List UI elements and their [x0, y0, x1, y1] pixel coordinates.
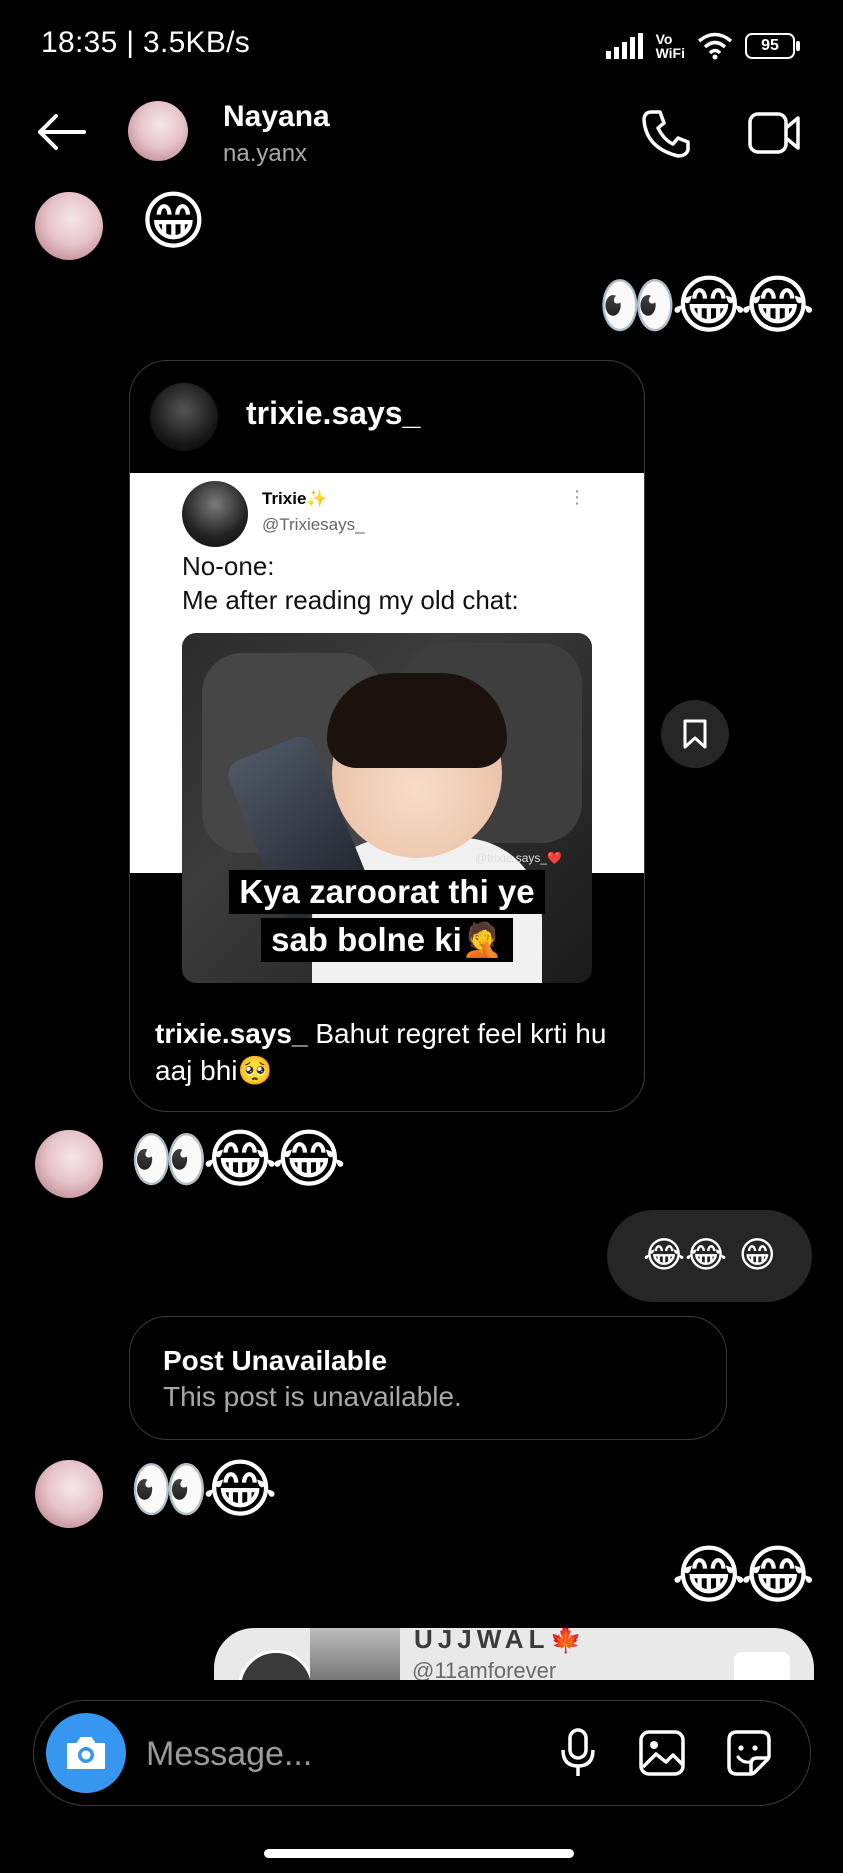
- sender-avatar[interactable]: [35, 192, 103, 260]
- shared-reel-preview[interactable]: UJJWAL🍁 @11amforever: [214, 1628, 814, 1680]
- meme-photo: @trixie.says_❤️ Kya zaroorat thi ye sab …: [182, 633, 592, 983]
- meme-caption: Kya zaroorat thi ye sab bolne ki🤦: [222, 868, 552, 964]
- meme-watermark: @trixie.says_❤️: [474, 851, 562, 865]
- reel-author-avatar: [238, 1650, 314, 1680]
- sticker-button[interactable]: [722, 1727, 774, 1779]
- shared-post-header: trixie.says_: [130, 361, 644, 473]
- tweet-avatar: [182, 481, 248, 547]
- received-message[interactable]: 👀😂: [129, 1458, 277, 1522]
- tweet-handle: @Trixiesays_: [262, 515, 365, 534]
- post-caption: trixie.says_ Bahut regret feel krti hu a…: [155, 1018, 607, 1086]
- gallery-button[interactable]: [636, 1727, 688, 1779]
- sender-avatar[interactable]: [35, 1130, 103, 1198]
- contact-avatar[interactable]: [128, 101, 188, 161]
- arrow-left-icon[interactable]: [34, 112, 86, 152]
- sent-message[interactable]: 😂😂: [671, 1544, 815, 1608]
- reel-thumbnail: [310, 1628, 400, 1680]
- status-time: 18:35 | 3.5KB/s: [41, 26, 251, 59]
- sticker-icon: [727, 1730, 771, 1776]
- microphone-button[interactable]: [552, 1727, 604, 1779]
- microphone-icon: [561, 1728, 595, 1776]
- tweet-name: Trixie✨: [262, 489, 328, 508]
- home-indicator[interactable]: [264, 1849, 574, 1858]
- more-vertical-icon: ⋮: [568, 487, 586, 507]
- reels-icon: [734, 1652, 790, 1680]
- reel-author-name: UJJWAL🍁: [414, 1628, 587, 1654]
- sent-message-bubble[interactable]: 😂😂 😁: [607, 1210, 812, 1302]
- post-author-avatar[interactable]: [150, 383, 218, 451]
- status-icons: Vo WiFi 95: [605, 26, 800, 66]
- bookmark-icon: [683, 719, 707, 749]
- post-image[interactable]: Trixie✨ @Trixiesays_ ⋮ No-one: Me after …: [130, 473, 644, 983]
- received-message[interactable]: 👀😂😂: [129, 1128, 346, 1192]
- video-camera-icon[interactable]: [748, 110, 802, 156]
- post-author-username[interactable]: trixie.says_: [246, 395, 420, 432]
- message-input[interactable]: [144, 1725, 548, 1783]
- signal-icon: [605, 33, 643, 59]
- shared-post-card[interactable]: trixie.says_ Trixie✨ @Trixiesays_ ⋮ No-o…: [129, 360, 645, 1112]
- sent-message[interactable]: 👀😂😂: [598, 274, 815, 338]
- save-post-button[interactable]: [661, 700, 729, 768]
- image-icon: [639, 1730, 685, 1776]
- received-message[interactable]: 😁: [140, 190, 207, 254]
- contact-name[interactable]: Nayana: [223, 100, 330, 134]
- message-composer: [33, 1700, 811, 1806]
- phone-icon[interactable]: [640, 108, 692, 160]
- sent-message: 😂😂 😁: [642, 1235, 777, 1276]
- sender-avatar[interactable]: [35, 1460, 103, 1528]
- unavailable-subtitle: This post is unavailable.: [163, 1381, 462, 1412]
- battery-icon: 95: [745, 33, 800, 59]
- reel-author-handle: @11amforever: [412, 1658, 557, 1680]
- contact-handle[interactable]: na.yanx: [223, 140, 307, 168]
- camera-button[interactable]: [46, 1713, 126, 1793]
- unavailable-title: Post Unavailable: [163, 1345, 388, 1376]
- unavailable-post-card[interactable]: Post Unavailable This post is unavailabl…: [129, 1316, 727, 1440]
- wifi-icon: [697, 32, 733, 60]
- vowifi-icon: Vo WiFi: [655, 31, 685, 61]
- tweet-text: No-one: Me after reading my old chat:: [182, 551, 519, 615]
- camera-icon: [67, 1737, 105, 1769]
